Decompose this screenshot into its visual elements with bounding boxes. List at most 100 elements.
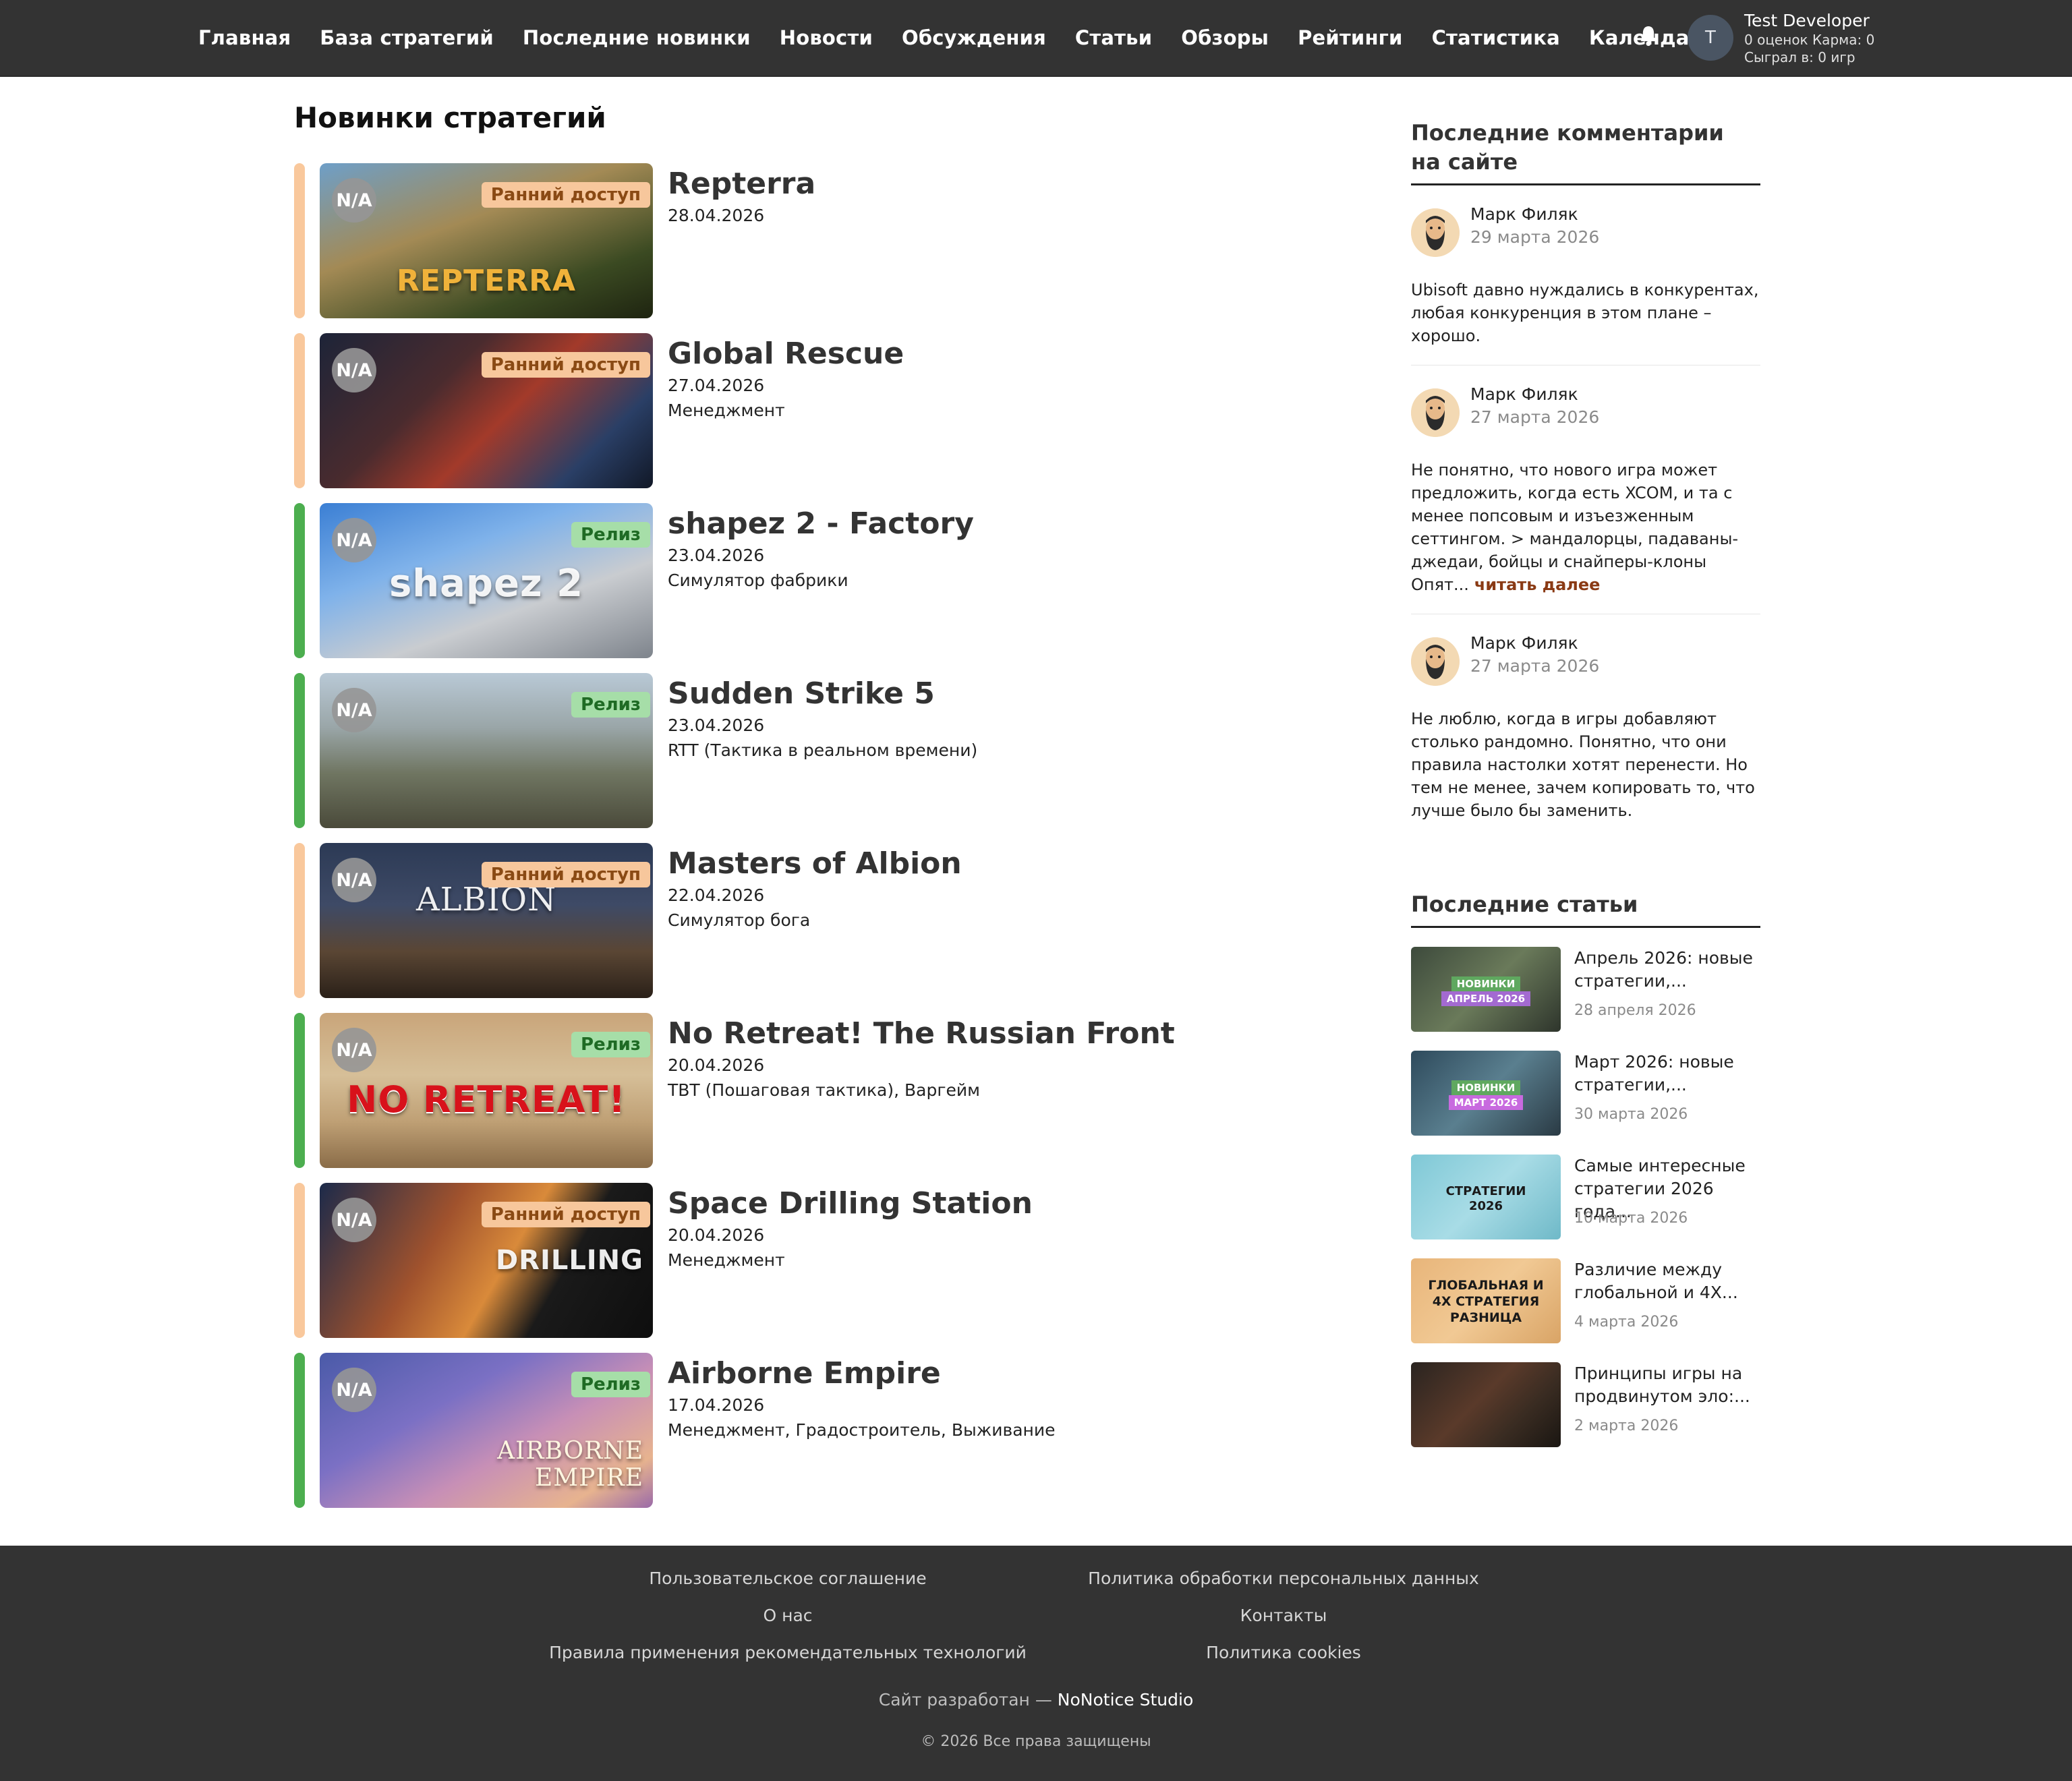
game-title[interactable]: Repterra bbox=[668, 165, 1342, 204]
game-list: REPTERRA N/A Ранний доступ Repterra 28.0… bbox=[294, 163, 1346, 1523]
game-thumbnail[interactable]: shapez 2 N/A Релиз bbox=[320, 503, 653, 658]
article-title[interactable]: Апрель 2026: новые стратегии,... bbox=[1574, 947, 1763, 993]
article-thumbnail[interactable]: ГЛОБАЛЬНАЯ И 4X СТРАТЕГИЯ РАЗНИЦА bbox=[1411, 1258, 1561, 1343]
nav-strategy-database[interactable]: База стратегий bbox=[320, 26, 494, 49]
game-genre: Менеджмент bbox=[668, 401, 785, 420]
bell-icon[interactable] bbox=[1639, 24, 1658, 47]
article-thumbnail-line1: НОВИНКИ bbox=[1451, 1080, 1521, 1095]
commenter-name[interactable]: Марк Филяк bbox=[1470, 203, 1578, 226]
nav-ratings[interactable]: Рейтинги bbox=[1298, 26, 1402, 49]
game-thumbnail[interactable]: DRILLING N/A Ранний доступ bbox=[320, 1183, 653, 1338]
article-item[interactable]: СТРАТЕГИИ 2026 Самые интересные стратеги… bbox=[1411, 1155, 1760, 1239]
stage-badge: Ранний доступ bbox=[481, 352, 650, 378]
comment-item: Марк Филяк 27 марта 2026 Не понятно, что… bbox=[1411, 366, 1760, 614]
latest-articles-widget: Последние статьи НОВИНКИ АПРЕЛЬ 2026 Апр… bbox=[1411, 890, 1760, 1447]
release-date: 20.04.2026 bbox=[668, 1225, 765, 1245]
article-thumbnail[interactable] bbox=[1411, 1362, 1561, 1447]
game-thumbnail[interactable]: NO RETREAT! N/A Релиз bbox=[320, 1013, 653, 1168]
footer-contacts-link[interactable]: Контакты bbox=[1240, 1606, 1327, 1625]
stage-indicator-bar bbox=[294, 1353, 305, 1508]
main-nav: Главная База стратегий Последние новинки… bbox=[198, 0, 1745, 76]
game-info: shapez 2 - Factory 23.04.2026 Симулятор … bbox=[668, 504, 1342, 593]
article-thumbnail-label: НОВИНКИ АПРЕЛЬ 2026 bbox=[1411, 976, 1561, 1006]
game-title[interactable]: Airborne Empire bbox=[668, 1354, 1342, 1393]
user-games-played: Сыграл в: 0 игр bbox=[1744, 49, 1855, 65]
nav-reviews[interactable]: Обзоры bbox=[1181, 26, 1269, 49]
nav-discussions[interactable]: Обсуждения bbox=[902, 26, 1046, 49]
commenter-name[interactable]: Марк Филяк bbox=[1470, 632, 1578, 655]
article-item[interactable]: Принципы игры на продвинутом эло:... 2 м… bbox=[1411, 1362, 1760, 1447]
article-thumbnail[interactable]: СТРАТЕГИИ 2026 bbox=[1411, 1155, 1561, 1239]
rating-badge: N/A bbox=[332, 1368, 376, 1412]
article-title[interactable]: Март 2026: новые стратегии,... bbox=[1574, 1051, 1763, 1097]
stage-badge: Ранний доступ bbox=[481, 182, 650, 208]
thumbnail-logo-text: DRILLING bbox=[495, 1245, 643, 1276]
nav-latest-releases[interactable]: Последние новинки bbox=[523, 26, 751, 49]
comment-text: Не понятно, что нового игра может предло… bbox=[1411, 459, 1760, 596]
nav-news[interactable]: Новости bbox=[780, 26, 873, 49]
game-info: Airborne Empire 17.04.2026 Менеджмент, Г… bbox=[668, 1354, 1342, 1443]
game-thumbnail[interactable]: ALBION N/A Ранний доступ bbox=[320, 843, 653, 998]
article-date: 28 апреля 2026 bbox=[1574, 1002, 1696, 1019]
footer-user-agreement-link[interactable]: Пользовательское соглашение bbox=[649, 1569, 926, 1588]
game-thumbnail[interactable]: REPTERRA N/A Ранний доступ bbox=[320, 163, 653, 318]
read-more-link[interactable]: читать далее bbox=[1474, 575, 1601, 594]
article-title[interactable]: Различие между глобальной и 4X... bbox=[1574, 1258, 1763, 1304]
nav-statistics[interactable]: Статистика bbox=[1432, 26, 1560, 49]
article-item[interactable]: НОВИНКИ МАРТ 2026 Март 2026: новые страт… bbox=[1411, 1051, 1760, 1136]
user-avatar[interactable]: T bbox=[1688, 15, 1733, 61]
stage-indicator-bar bbox=[294, 333, 305, 488]
game-genre: Симулятор бога bbox=[668, 910, 811, 930]
game-row: N/A Ранний доступ Global Rescue 27.04.20… bbox=[294, 333, 1346, 488]
stage-badge: Ранний доступ bbox=[481, 1202, 650, 1227]
game-row: ALBION N/A Ранний доступ Masters of Albi… bbox=[294, 843, 1346, 998]
commenter-avatar[interactable] bbox=[1411, 388, 1460, 437]
footer-privacy-policy-link[interactable]: Политика обработки персональных данных bbox=[1088, 1569, 1479, 1588]
article-thumbnail[interactable]: НОВИНКИ МАРТ 2026 bbox=[1411, 1051, 1561, 1136]
stage-badge: Релиз bbox=[571, 1372, 650, 1397]
article-date: 2 марта 2026 bbox=[1574, 1418, 1679, 1434]
game-thumbnail[interactable]: AIRBORNE EMPIRE N/A Релиз bbox=[320, 1353, 653, 1508]
comment-header: Марк Филяк 29 марта 2026 bbox=[1411, 203, 1760, 260]
footer-about-link[interactable]: О нас bbox=[763, 1606, 812, 1625]
game-thumbnail[interactable]: N/A Релиз bbox=[320, 673, 653, 828]
game-row: AIRBORNE EMPIRE N/A Релиз Airborne Empir… bbox=[294, 1353, 1346, 1508]
game-thumbnail[interactable]: N/A Ранний доступ bbox=[320, 333, 653, 488]
footer-recommendation-rules-link[interactable]: Правила применения рекомендательных техн… bbox=[549, 1643, 1027, 1662]
footer-cookies-policy-link[interactable]: Политика cookies bbox=[1206, 1643, 1361, 1662]
stage-indicator-bar bbox=[294, 503, 305, 658]
comment-item: Марк Филяк 27 марта 2026 Не люблю, когда… bbox=[1411, 614, 1760, 840]
comment-date: 27 марта 2026 bbox=[1470, 656, 1600, 676]
commenter-avatar[interactable] bbox=[1411, 208, 1460, 257]
user-profile[interactable]: Test Developer 0 оценок Карма: 0 Сыграл … bbox=[1744, 11, 1874, 66]
commenter-name[interactable]: Марк Филяк bbox=[1470, 383, 1578, 406]
commenter-avatar[interactable] bbox=[1411, 637, 1460, 686]
game-info: Global Rescue 27.04.2026 Менеджмент bbox=[668, 334, 1342, 424]
article-item[interactable]: НОВИНКИ АПРЕЛЬ 2026 Апрель 2026: новые с… bbox=[1411, 947, 1760, 1032]
comment-text: Ubisoft давно нуждались в конкурентах, л… bbox=[1411, 279, 1760, 347]
developer-credit-prefix: Сайт разработан — bbox=[878, 1690, 1052, 1710]
article-title[interactable]: Принципы игры на продвинутом эло:... bbox=[1574, 1362, 1763, 1408]
game-title[interactable]: Global Rescue bbox=[668, 334, 1342, 374]
article-thumbnail[interactable]: НОВИНКИ АПРЕЛЬ 2026 bbox=[1411, 947, 1561, 1032]
release-date: 28.04.2026 bbox=[668, 206, 765, 225]
game-row: shapez 2 N/A Релиз shapez 2 - Factory 23… bbox=[294, 503, 1346, 658]
stage-indicator-bar bbox=[294, 1183, 305, 1338]
article-thumbnail-label: НОВИНКИ МАРТ 2026 bbox=[1411, 1080, 1561, 1110]
game-title[interactable]: shapez 2 - Factory bbox=[668, 504, 1342, 544]
game-title[interactable]: Space Drilling Station bbox=[668, 1184, 1342, 1223]
nav-articles[interactable]: Статьи bbox=[1075, 26, 1152, 49]
thumbnail-logo-text: AIRBORNE EMPIRE bbox=[497, 1437, 643, 1492]
article-thumbnail-line2: 2026 bbox=[1468, 1199, 1503, 1213]
game-row: NO RETREAT! N/A Релиз No Retreat! The Ru… bbox=[294, 1013, 1346, 1168]
game-title[interactable]: Masters of Albion bbox=[668, 844, 1342, 883]
nav-home[interactable]: Главная bbox=[198, 26, 291, 49]
stage-badge: Релиз bbox=[571, 692, 650, 718]
page-title: Новинки стратегий bbox=[294, 101, 606, 134]
bearded-man-icon bbox=[1411, 637, 1460, 686]
comment-date: 29 марта 2026 bbox=[1470, 227, 1600, 247]
game-title[interactable]: Sudden Strike 5 bbox=[668, 674, 1342, 713]
developer-studio-link[interactable]: NoNotice Studio bbox=[1058, 1690, 1193, 1710]
game-title[interactable]: No Retreat! The Russian Front bbox=[668, 1014, 1342, 1053]
article-item[interactable]: ГЛОБАЛЬНАЯ И 4X СТРАТЕГИЯ РАЗНИЦА Различ… bbox=[1411, 1258, 1760, 1343]
